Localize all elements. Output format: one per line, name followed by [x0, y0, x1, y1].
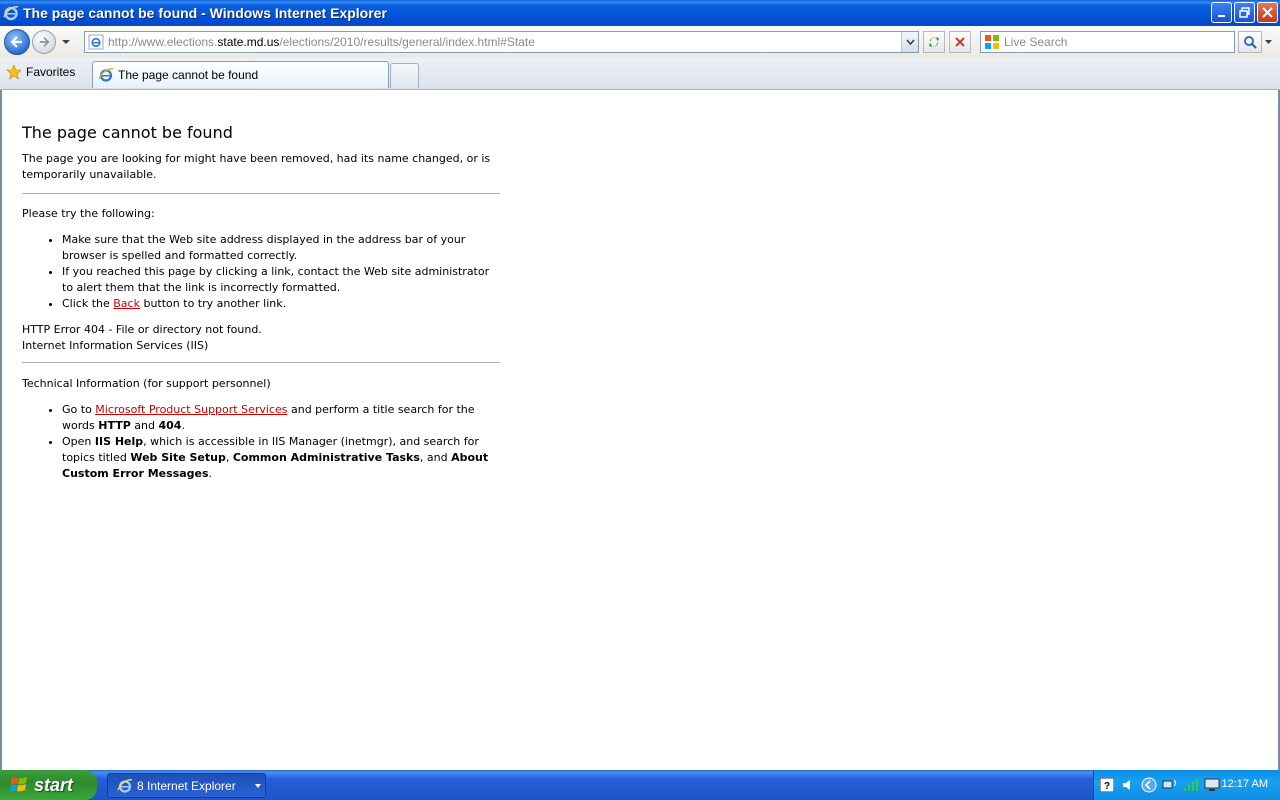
display-icon[interactable] — [1204, 777, 1220, 793]
refresh-button[interactable] — [923, 31, 945, 53]
search-button[interactable] — [1238, 31, 1262, 53]
start-button[interactable]: start — [0, 770, 97, 800]
chevron-down-icon — [905, 39, 915, 45]
search-options-button[interactable] — [1262, 31, 1274, 53]
try-item-3-text: Click the — [62, 297, 114, 310]
window-title-bar[interactable]: The page cannot be found - Windows Inter… — [0, 0, 1280, 26]
tab-title: The page cannot be found — [118, 68, 259, 82]
window-title: The page cannot be found - Windows Inter… — [23, 5, 387, 21]
live-search-icon — [985, 35, 999, 49]
tech-item-2-comma: , — [225, 451, 233, 464]
support-services-link[interactable]: Microsoft Product Support Services — [95, 403, 287, 416]
minimize-button[interactable] — [1211, 2, 1232, 23]
server-line: Internet Information Services (IIS) — [22, 339, 209, 352]
navigation-bar: http://www.elections.state.md.us/electio… — [0, 26, 1280, 58]
search-placeholder: Live Search — [1004, 35, 1068, 49]
try-item-1: Make sure that the Web site address disp… — [62, 232, 500, 264]
star-icon — [6, 64, 22, 80]
tech-item-2: Open IIS Help, which is accessible in II… — [62, 434, 500, 482]
favorites-label: Favorites — [26, 65, 76, 79]
new-tab-button[interactable] — [390, 63, 419, 88]
restore-button[interactable] — [1234, 2, 1255, 23]
close-button[interactable] — [1257, 2, 1278, 23]
clock[interactable]: 12:17 AM — [1222, 778, 1268, 790]
error-line: HTTP Error 404 - File or directory not f… — [22, 323, 262, 336]
url-domain: state.md.us — [217, 35, 280, 49]
page-title: The page cannot be found — [22, 123, 233, 142]
url-text[interactable]: http://www.elections.state.md.us/electio… — [108, 35, 535, 49]
recent-pages-dropdown-icon[interactable] — [60, 36, 72, 48]
error-code-text: HTTP Error 404 - File or directory not f… — [22, 322, 500, 354]
show-hidden-icons-icon[interactable] — [1141, 777, 1157, 793]
tech-item-2-end: . — [208, 467, 213, 480]
network-icon[interactable] — [1162, 777, 1178, 793]
minimize-icon — [1217, 14, 1225, 17]
try-heading: Please try the following: — [22, 207, 155, 220]
error-page: The page cannot be found The page you ar… — [22, 122, 500, 492]
search-input[interactable]: Live Search — [980, 31, 1235, 53]
taskbar-ie-label: 8 Internet Explorer — [137, 778, 236, 793]
divider — [22, 362, 500, 363]
refresh-icon — [929, 37, 939, 47]
keyword-iis-help: IIS Help — [94, 435, 144, 448]
intro-text: The page you are looking for might have … — [22, 152, 491, 181]
favorites-button[interactable]: Favorites — [6, 64, 75, 80]
close-icon — [1262, 7, 1273, 18]
taskbar: start 8 Internet Explorer ? 12:17 AM — [0, 770, 1280, 800]
signal-strength-icon[interactable] — [1183, 777, 1199, 793]
page-ie-icon — [88, 34, 104, 50]
tech-item-1-text: Go to — [62, 403, 96, 416]
restore-icon — [1239, 7, 1250, 18]
address-bar[interactable]: http://www.elections.state.md.us/electio… — [84, 31, 919, 53]
back-arrow-icon — [10, 36, 22, 48]
tab-current[interactable]: The page cannot be found — [92, 61, 389, 88]
ie-icon — [3, 6, 19, 21]
forward-button[interactable] — [32, 30, 56, 54]
tech-item-2-text: Open — [62, 435, 95, 448]
keyword-web-site-setup: Web Site Setup — [130, 451, 226, 464]
url-suffix: /elections/2010/results/general/index.ht… — [279, 35, 535, 49]
back-button[interactable] — [4, 29, 30, 55]
tab-bar: Favorites The page cannot be found — [0, 58, 1280, 90]
tech-heading: Technical Information (for support perso… — [22, 377, 271, 390]
try-list: Make sure that the Web site address disp… — [62, 232, 500, 312]
tech-item-2-and: , and — [419, 451, 452, 464]
taskbar-ie-group[interactable]: 8 Internet Explorer — [107, 773, 266, 798]
tech-item-1-and: and — [130, 419, 159, 432]
windows-logo-icon — [10, 777, 27, 792]
stop-button[interactable] — [949, 31, 971, 53]
ie-icon — [98, 68, 114, 82]
keyword-common-tasks: Common Administrative Tasks — [232, 451, 420, 464]
page-content: The page cannot be found The page you ar… — [0, 90, 1280, 770]
forward-arrow-icon — [39, 37, 50, 47]
help-icon[interactable]: ? — [1099, 777, 1115, 793]
tech-list: Go to Microsoft Product Support Services… — [62, 402, 500, 482]
divider — [22, 193, 500, 194]
volume-icon[interactable] — [1120, 777, 1136, 793]
try-item-2: If you reached this page by clicking a l… — [62, 264, 500, 296]
system-tray: ? 12:17 AM — [1093, 770, 1280, 800]
url-prefix: http://www.elections. — [108, 35, 218, 49]
keyword-404: 404 — [158, 419, 182, 432]
address-dropdown-button[interactable] — [901, 32, 918, 52]
start-label: start — [34, 774, 74, 795]
chevron-down-icon — [255, 784, 261, 788]
svg-text:?: ? — [1104, 781, 1110, 792]
try-item-3: Click the Back button to try another lin… — [62, 296, 500, 312]
stop-icon — [955, 37, 965, 47]
tech-item-1-end: . — [181, 419, 185, 432]
keyword-http: HTTP — [98, 419, 131, 432]
ie-icon — [117, 778, 133, 793]
tech-item-1: Go to Microsoft Product Support Services… — [62, 402, 500, 434]
magnifier-icon — [1244, 36, 1257, 49]
back-link[interactable]: Back — [113, 297, 140, 310]
chevron-down-icon — [1264, 39, 1272, 44]
try-item-3-text-end: button to try another link. — [139, 297, 287, 310]
